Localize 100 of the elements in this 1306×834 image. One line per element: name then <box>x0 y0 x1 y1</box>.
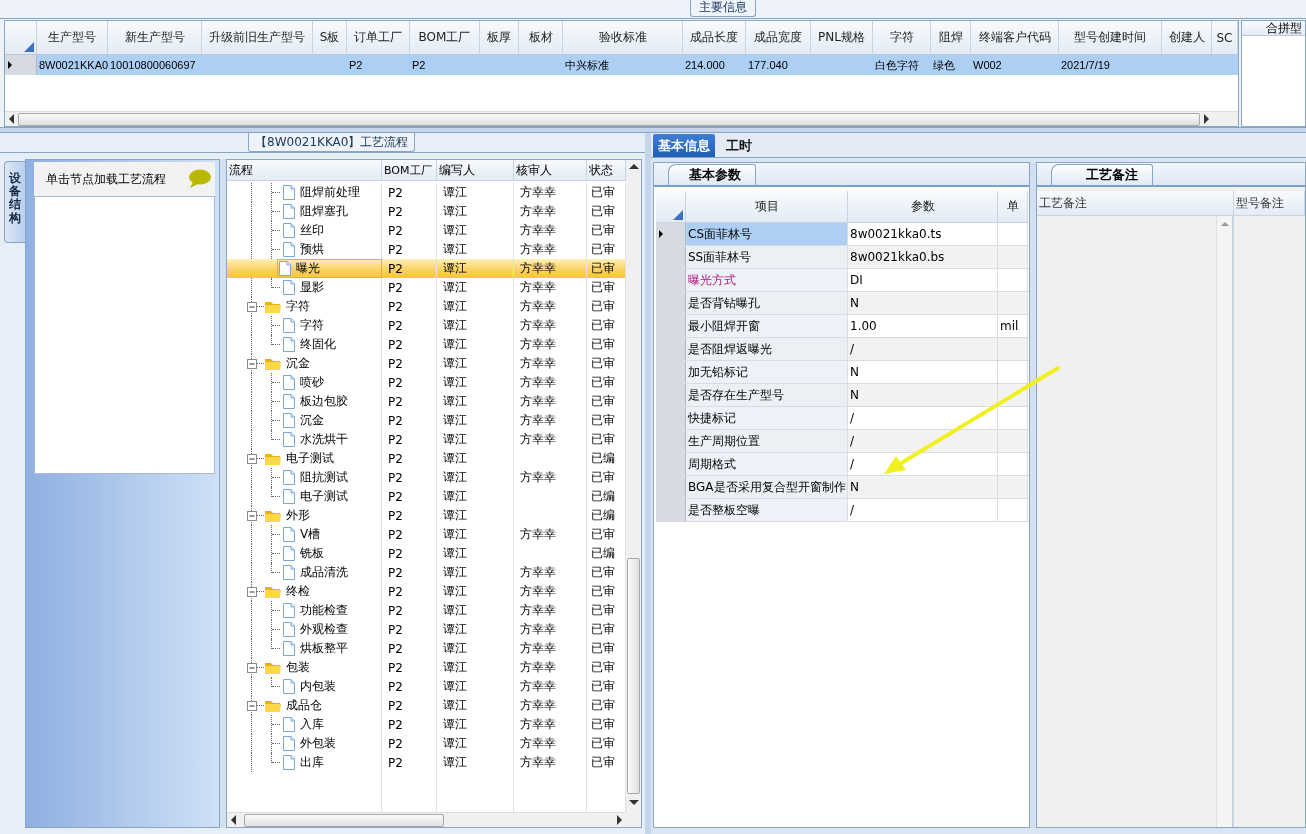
tree-row[interactable]: 喷砂 P2 谭江 方幸幸 已审 <box>227 373 626 392</box>
collapse-icon[interactable] <box>247 301 257 312</box>
table-row[interactable]: BGA是否采用复合型开窗制作 N <box>656 476 1029 499</box>
tree-row[interactable]: 水洗烘干 P2 谭江 方幸幸 已审 <box>227 430 626 449</box>
table-row[interactable]: 周期格式 / <box>656 453 1029 476</box>
tab[interactable]: 基本信息 <box>653 134 715 157</box>
table-cell: P2 <box>388 584 403 599</box>
tree-row[interactable]: 阻抗测试 P2 谭江 方幸幸 已审 <box>227 468 626 487</box>
table-cell: P2 <box>388 527 403 542</box>
tree-row[interactable]: 铣板 P2 谭江 已编 <box>227 544 626 563</box>
panel-tab[interactable]: 工艺备注 <box>1051 164 1153 185</box>
grid-corner[interactable] <box>5 21 37 54</box>
tree-row[interactable]: 外观检查 P2 谭江 方幸幸 已审 <box>227 620 626 639</box>
table-row[interactable]: CS面菲林号 8w0021kka0.ts <box>656 223 1029 246</box>
table-row[interactable]: 曝光方式 DI <box>656 269 1029 292</box>
tree-row[interactable]: 出库 P2 谭江 方幸幸 已审 <box>227 753 626 772</box>
collapse-icon[interactable] <box>247 453 257 464</box>
vertical-scrollbar[interactable] <box>1216 216 1232 827</box>
column-header[interactable]: 字符 <box>873 21 931 54</box>
tree-row[interactable]: 阻焊塞孔 P2 谭江 方幸幸 已审 <box>227 202 626 221</box>
column-header[interactable]: 型号创建时间 <box>1059 21 1162 54</box>
grid-corner[interactable] <box>656 191 686 222</box>
panel-tab[interactable]: 基本参数 <box>668 164 756 185</box>
table-row[interactable]: 是否整板空曝 / <box>656 499 1029 522</box>
column-header[interactable]: 编写人 <box>437 160 514 180</box>
table-row[interactable]: 8W0021KKA0 10010800060697 P2 P2 中兴标准 214.000 177.040 白色字符 绿色 W002 2021/7/19 <box>5 55 1238 75</box>
column-header[interactable]: 订单工厂 <box>347 21 410 54</box>
tree-row[interactable]: 内包装 P2 谭江 方幸幸 已审 <box>227 677 626 696</box>
tree-row[interactable]: 成品清洗 P2 谭江 方幸幸 已审 <box>227 563 626 582</box>
tree-row[interactable]: 阻焊前处理 P2 谭江 方幸幸 已审 <box>227 183 626 202</box>
tree-row[interactable]: 烘板整平 P2 谭江 方幸幸 已审 <box>227 639 626 658</box>
column-header[interactable]: 型号备注 <box>1234 191 1305 215</box>
tree-row[interactable]: 功能检查 P2 谭江 方幸幸 已审 <box>227 601 626 620</box>
table-row[interactable]: 是否背钻曝孔 N <box>656 292 1029 315</box>
column-header[interactable]: PNL规格 <box>811 21 873 54</box>
collapse-icon[interactable] <box>247 700 257 711</box>
table-row[interactable]: 最小阻焊开窗 1.00 mil <box>656 315 1029 338</box>
table-row[interactable]: 快捷标记 / <box>656 407 1029 430</box>
tree-row[interactable]: V槽 P2 谭江 方幸幸 已审 <box>227 525 626 544</box>
tree-row[interactable]: 沉金 P2 谭江 方幸幸 已审 <box>227 411 626 430</box>
column-header[interactable]: 参数 <box>848 191 998 222</box>
column-header[interactable]: 新生产型号 <box>108 21 202 54</box>
table-row[interactable]: SS面菲林号 8w0021kka0.bs <box>656 246 1029 269</box>
column-header[interactable]: 创建人 <box>1162 21 1212 54</box>
tree-row[interactable]: 电子测试 P2 谭江 已编 <box>227 487 626 506</box>
tree-row[interactable]: 字符 P2 谭江 方幸幸 已审 <box>227 297 626 316</box>
table-cell: 已审 <box>591 564 615 581</box>
collapse-icon[interactable] <box>247 586 257 597</box>
splitter-handle[interactable] <box>1030 162 1036 828</box>
column-header[interactable]: 阻焊 <box>931 21 971 54</box>
tree-row[interactable]: 入库 P2 谭江 方幸幸 已审 <box>227 715 626 734</box>
collapse-icon[interactable] <box>247 510 257 521</box>
column-header[interactable]: 项目 <box>686 191 848 222</box>
side-tab[interactable]: 设备结构 <box>4 161 25 243</box>
tree-row[interactable]: 电子测试 P2 谭江 已编 <box>227 449 626 468</box>
column-header[interactable]: 合拼型 <box>1242 21 1305 36</box>
table-row[interactable]: 生产周期位置 / <box>656 430 1029 453</box>
column-header[interactable]: S板 <box>313 21 347 54</box>
column-header[interactable]: 工艺备注 <box>1037 191 1234 215</box>
table-row[interactable]: 是否存在生产型号 N <box>656 384 1029 407</box>
tree-row[interactable]: 字符 P2 谭江 方幸幸 已审 <box>227 316 626 335</box>
tree-row[interactable]: 成品仓 P2 谭江 方幸幸 已审 <box>227 696 626 715</box>
column-header[interactable]: BOM工厂 <box>410 21 480 54</box>
folder-icon <box>264 660 282 675</box>
column-header[interactable]: 成品长度 <box>683 21 746 54</box>
splitter-handle[interactable] <box>645 133 651 834</box>
file-icon <box>282 678 296 695</box>
column-header[interactable]: 生产型号 <box>37 21 108 54</box>
tree-row[interactable]: 包装 P2 谭江 方幸幸 已审 <box>227 658 626 677</box>
tree-row[interactable]: 丝印 P2 谭江 方幸幸 已审 <box>227 221 626 240</box>
tree-row[interactable]: 沉金 P2 谭江 方幸幸 已审 <box>227 354 626 373</box>
column-header[interactable]: 验收标准 <box>563 21 683 54</box>
splitter-handle[interactable] <box>0 127 1306 133</box>
horizontal-scrollbar[interactable] <box>227 812 626 827</box>
tree-row[interactable]: 曝光 P2 谭江 方幸幸 已审 <box>227 259 626 278</box>
column-header[interactable]: 升级前旧生产型号 <box>202 21 313 54</box>
column-header[interactable]: SC <box>1212 21 1238 54</box>
column-header[interactable]: 板厚 <box>480 21 519 54</box>
tree-row[interactable]: 终固化 P2 谭江 方幸幸 已审 <box>227 335 626 354</box>
splitter-handle[interactable] <box>220 159 226 828</box>
column-header[interactable]: 流程 <box>227 160 382 180</box>
tree-row[interactable]: 外包装 P2 谭江 方幸幸 已审 <box>227 734 626 753</box>
column-header[interactable]: 成品宽度 <box>746 21 811 54</box>
table-cell: 白色字符 <box>875 57 919 73</box>
collapse-icon[interactable] <box>247 662 257 673</box>
tree-row[interactable]: 终检 P2 谭江 方幸幸 已审 <box>227 582 626 601</box>
vertical-scrollbar[interactable] <box>626 160 641 827</box>
column-header[interactable]: 单 <box>998 191 1028 222</box>
horizontal-scrollbar[interactable] <box>5 111 1238 126</box>
column-header[interactable]: BOM工厂 <box>382 160 437 180</box>
table-row[interactable]: 加无铅标记 N <box>656 361 1029 384</box>
tab[interactable]: 工时 <box>721 134 757 157</box>
tree-row[interactable]: 板边包胶 P2 谭江 方幸幸 已审 <box>227 392 626 411</box>
collapse-icon[interactable] <box>247 358 257 369</box>
tree-row[interactable]: 显影 P2 谭江 方幸幸 已审 <box>227 278 626 297</box>
table-row[interactable]: 是否阻焊返曝光 / <box>656 338 1029 361</box>
column-header[interactable]: 板材 <box>519 21 563 54</box>
column-header[interactable]: 终端客户代码 <box>971 21 1059 54</box>
column-header[interactable]: 核审人 <box>514 160 587 180</box>
tree-row[interactable]: 外形 P2 谭江 已编 <box>227 506 626 525</box>
